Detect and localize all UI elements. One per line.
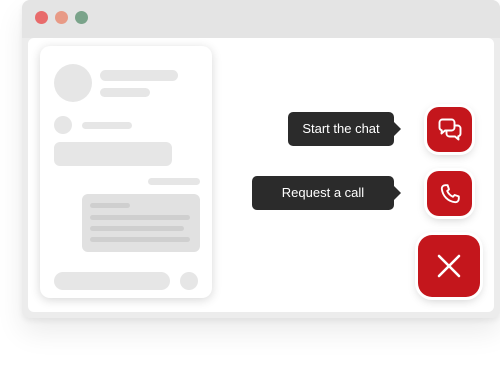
browser-titlebar	[22, 0, 500, 38]
window-maximize-dot[interactable]	[75, 11, 88, 24]
window-minimize-dot[interactable]	[55, 11, 68, 24]
close-x-icon	[437, 254, 461, 278]
user-message-placeholder	[82, 194, 200, 252]
message-line	[90, 215, 190, 220]
request-call-tooltip: Request a call	[252, 176, 401, 210]
page-stage: Start the chat Request a call	[0, 0, 500, 367]
start-chat-button[interactable]	[427, 107, 472, 152]
request-call-label: Request a call	[281, 185, 365, 200]
phone-icon	[440, 183, 460, 203]
close-widget-button[interactable]	[418, 235, 480, 297]
message-input-placeholder	[54, 272, 170, 290]
agent-avatar-placeholder	[54, 116, 72, 134]
agent-name-placeholder	[82, 122, 132, 129]
chat-widget-preview	[40, 46, 212, 298]
message-line	[90, 203, 130, 208]
agent-message-placeholder	[54, 142, 172, 166]
message-line	[90, 237, 190, 242]
status-placeholder	[100, 88, 150, 97]
message-line	[90, 226, 184, 231]
name-placeholder	[100, 70, 178, 81]
window-close-dot[interactable]	[35, 11, 48, 24]
request-call-button[interactable]	[427, 171, 472, 216]
start-chat-label: Start the chat	[302, 121, 380, 136]
avatar-placeholder	[54, 64, 92, 102]
start-chat-tooltip: Start the chat	[288, 112, 401, 146]
send-button-placeholder	[180, 272, 198, 290]
user-timestamp-placeholder	[148, 178, 200, 185]
chat-bubbles-icon	[438, 118, 461, 140]
